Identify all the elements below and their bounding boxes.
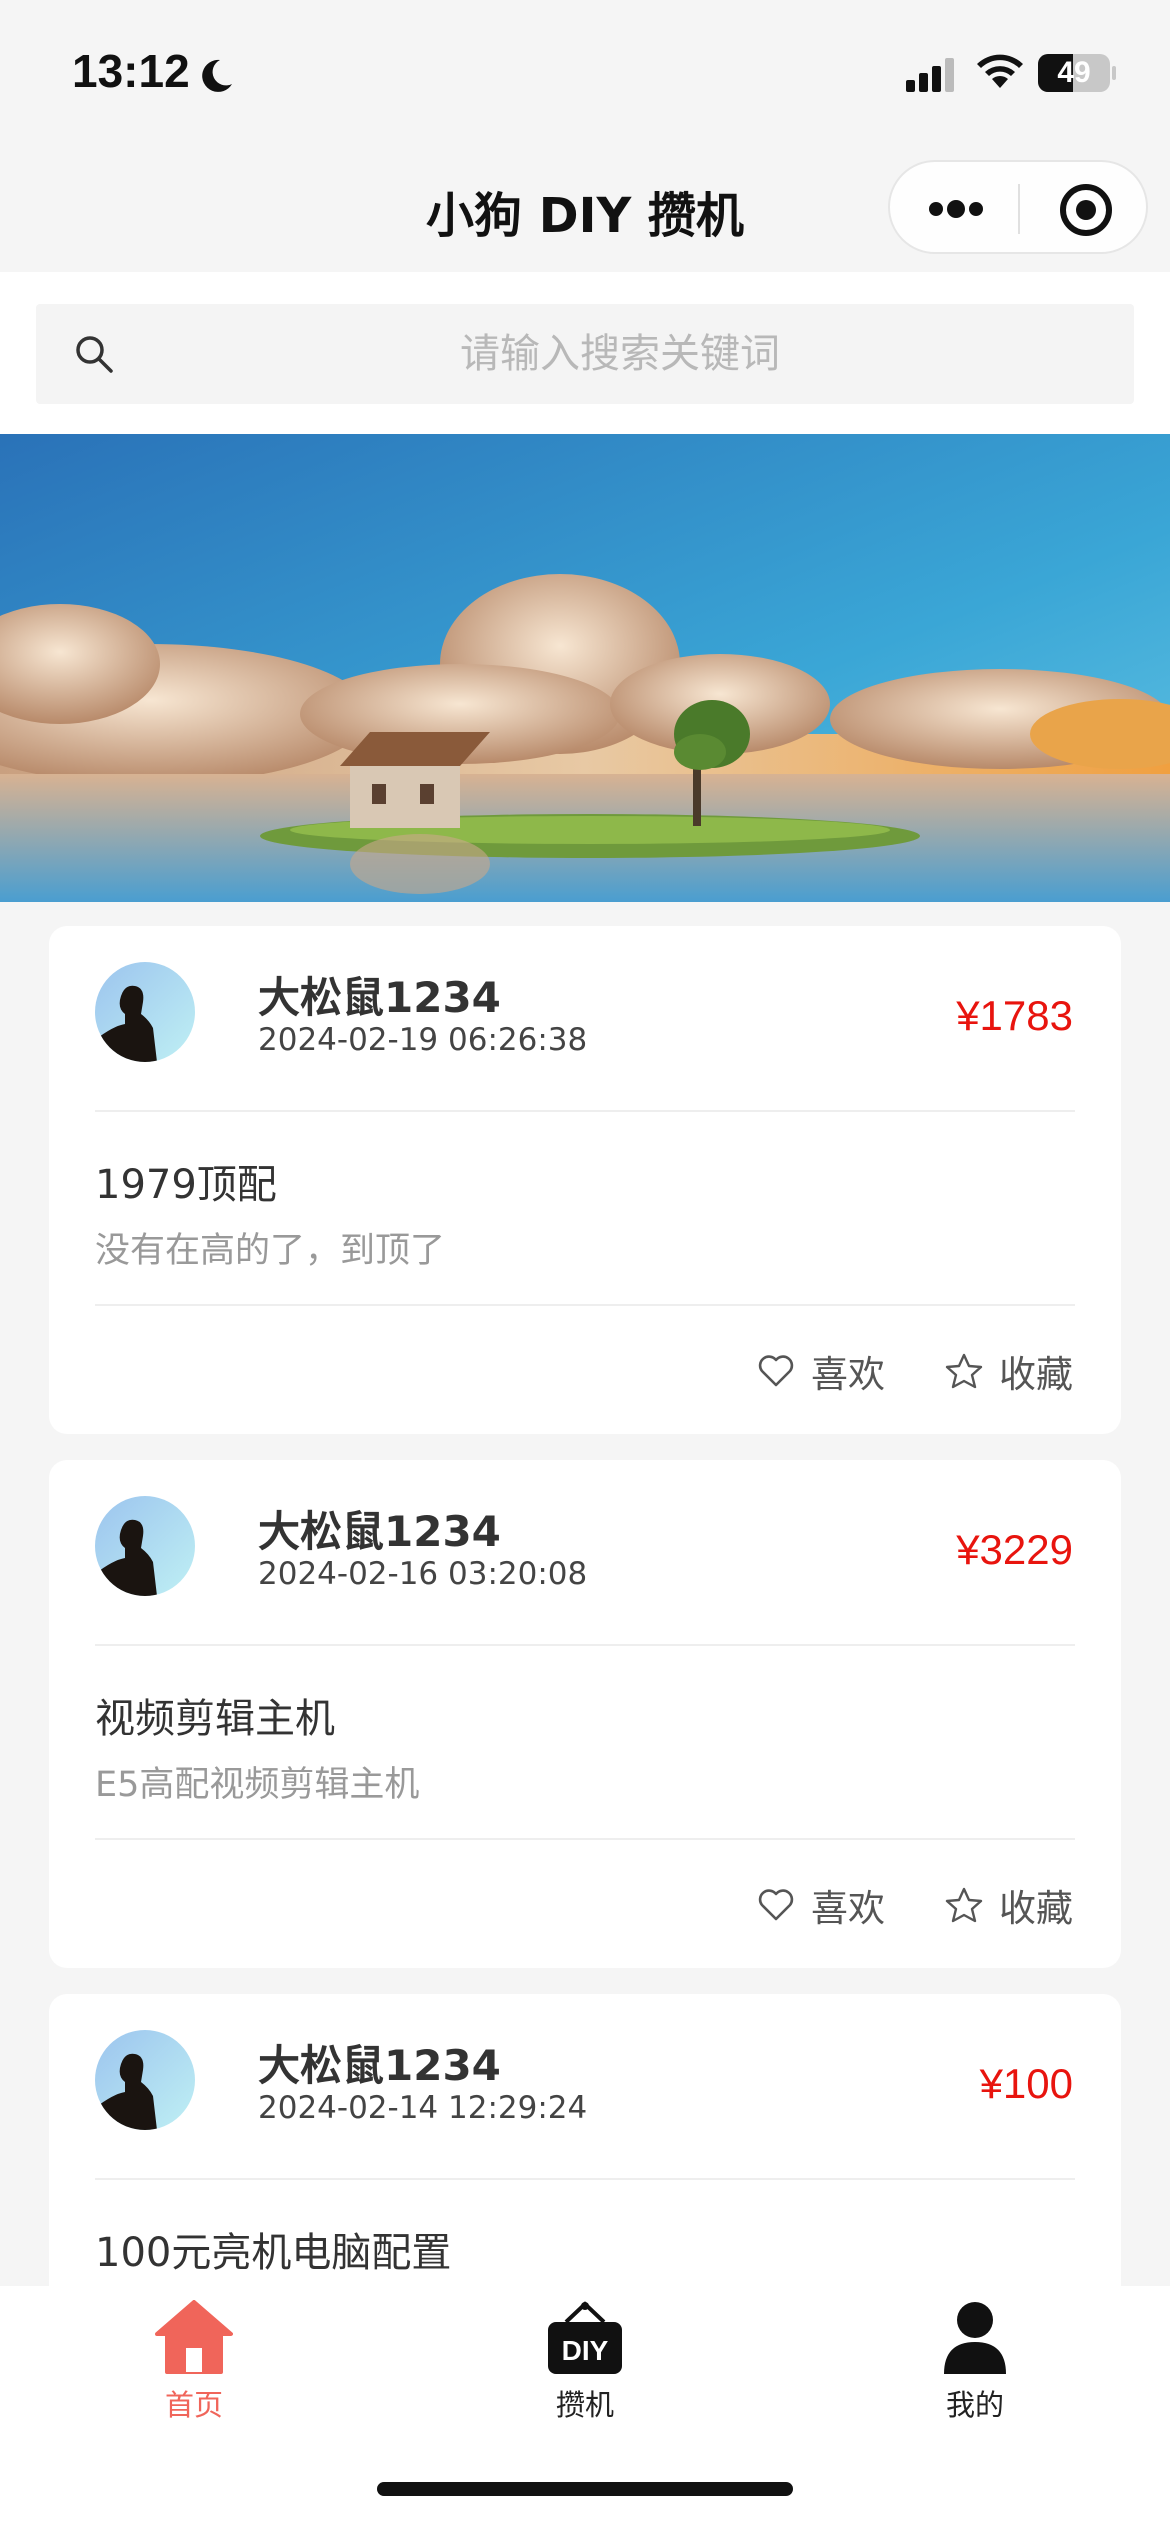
like-label: 喜欢 [811, 1887, 885, 1930]
post-description: E5高配视频剪辑主机 [95, 1765, 420, 1805]
post-title[interactable]: 100元亮机电脑配置 [95, 2220, 451, 2278]
star-icon [945, 1353, 983, 1389]
divider [95, 1110, 1075, 1112]
diy-icon-text: DIY [562, 2335, 609, 2366]
user-icon [944, 2302, 1006, 2374]
banner-image [0, 434, 1170, 902]
battery-level: 49 [1057, 56, 1091, 89]
star-icon [945, 1887, 983, 1923]
user-name[interactable]: 大松鼠1234 [258, 964, 501, 1025]
home-icon [155, 2300, 233, 2374]
avatar[interactable] [95, 1496, 195, 1596]
search-icon [76, 336, 113, 373]
battery-icon: 49 [1038, 54, 1110, 92]
tab-profile[interactable]: 我的 [875, 2286, 1075, 2426]
search-input[interactable] [126, 304, 1114, 404]
moon-icon [202, 59, 232, 92]
signal-icon [906, 58, 954, 92]
post-card[interactable]: 大松鼠1234 2024-02-16 03:20:08 ¥3229 视频剪辑主机… [49, 1460, 1121, 1968]
status-bar: 13:12 49 [0, 0, 1170, 150]
price: ¥3229 [956, 1526, 1073, 1573]
divider [95, 1644, 1075, 1646]
avatar[interactable] [95, 2030, 195, 2130]
favorite-label: 收藏 [999, 1353, 1073, 1396]
home-indicator [377, 2482, 793, 2496]
post-card[interactable]: 大松鼠1234 2024-02-19 06:26:38 ¥1783 1979顶配… [49, 926, 1121, 1434]
search-section [0, 272, 1170, 434]
price: ¥100 [979, 2060, 1073, 2107]
close-target-icon[interactable] [1058, 182, 1114, 238]
favorite-label: 收藏 [999, 1887, 1073, 1930]
tab-diy[interactable]: DIY 攒机 [485, 2286, 685, 2426]
favorite-button[interactable]: 收藏 [945, 1346, 1073, 1396]
banner-carousel[interactable] [0, 434, 1170, 902]
heart-icon [758, 1355, 794, 1387]
post-time: 2024-02-14 12:29:24 [258, 2090, 588, 2126]
tab-home[interactable]: 首页 [94, 2286, 294, 2426]
mini-program-capsule [888, 160, 1148, 254]
divider [95, 1304, 1075, 1306]
tab-label-home: 首页 [164, 2388, 223, 2422]
more-icon[interactable] [926, 194, 986, 224]
post-card[interactable]: 大松鼠1234 2024-02-14 12:29:24 ¥100 100元亮机电… [49, 1994, 1121, 2286]
post-title[interactable]: 1979顶配 [95, 1152, 277, 1210]
post-time: 2024-02-19 06:26:38 [258, 1022, 588, 1058]
post-title[interactable]: 视频剪辑主机 [95, 1686, 335, 1744]
tab-label-diy: 攒机 [555, 2388, 614, 2422]
tab-label-profile: 我的 [945, 2388, 1004, 2422]
favorite-button[interactable]: 收藏 [945, 1880, 1073, 1930]
search-box[interactable] [36, 304, 1134, 404]
avatar-image [95, 962, 195, 1062]
like-label: 喜欢 [811, 1353, 885, 1396]
heart-icon [758, 1889, 794, 1921]
post-feed: 大松鼠1234 2024-02-19 06:26:38 ¥1783 1979顶配… [0, 902, 1170, 2286]
avatar-image [95, 1496, 195, 1596]
avatar[interactable] [95, 962, 195, 1062]
like-button[interactable]: 喜欢 [757, 1880, 885, 1930]
status-time: 13:12 [72, 45, 190, 97]
divider [95, 1838, 1075, 1840]
diy-icon: DIY [548, 2301, 622, 2374]
price: ¥1783 [956, 992, 1073, 1039]
wifi-icon [977, 54, 1023, 88]
like-button[interactable]: 喜欢 [757, 1346, 885, 1396]
post-description: 没有在高的了，到顶了 [95, 1231, 446, 1271]
avatar-image [95, 2030, 195, 2130]
divider [95, 2178, 1075, 2180]
user-name[interactable]: 大松鼠1234 [258, 2032, 501, 2093]
post-time: 2024-02-16 03:20:08 [258, 1556, 588, 1592]
user-name[interactable]: 大松鼠1234 [258, 1498, 501, 1559]
